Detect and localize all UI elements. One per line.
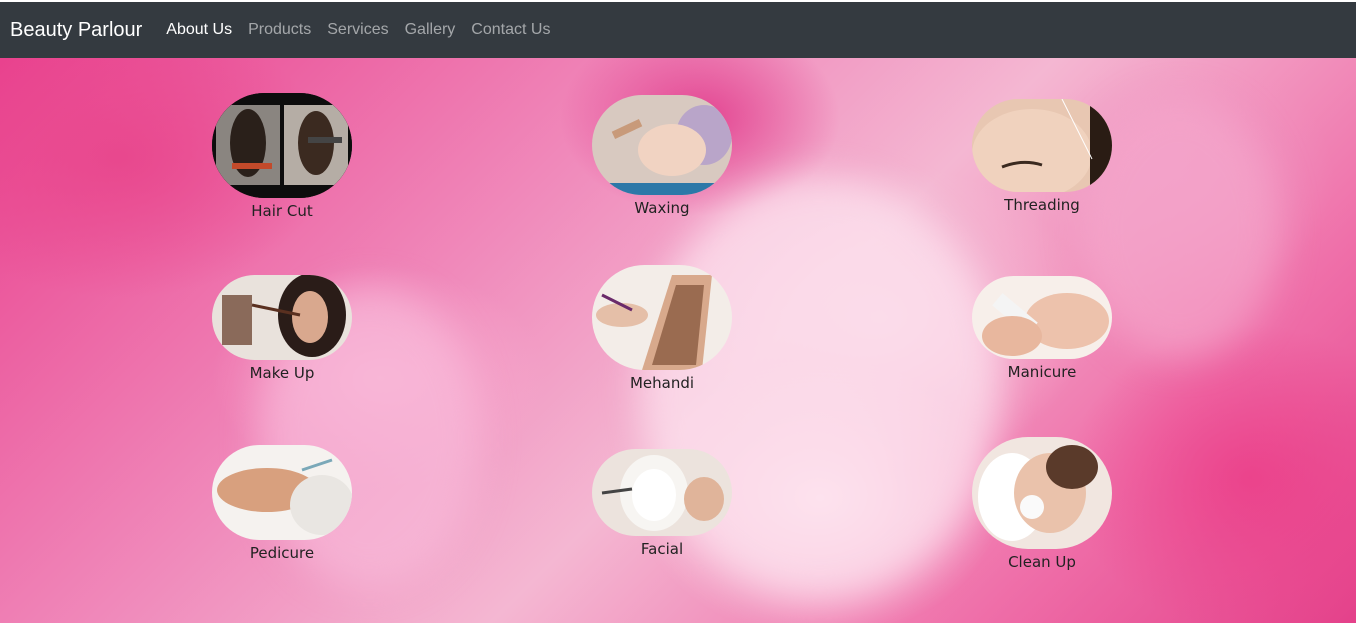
nav-link-products[interactable]: Products: [248, 21, 311, 39]
threading-photo: [972, 99, 1112, 192]
service-label: Pedicure: [249, 544, 315, 562]
nav-link-gallery[interactable]: Gallery: [405, 21, 456, 39]
service-facial[interactable]: Facial: [592, 449, 732, 558]
service-manicure[interactable]: Manicure: [972, 276, 1112, 381]
service-label: Threading: [1004, 196, 1080, 214]
waxing-photo: [592, 95, 732, 195]
hero-background: Hair Cut Waxing Threading Make Up Mehand…: [0, 58, 1356, 623]
service-label: Facial: [640, 540, 684, 558]
service-label: Manicure: [1007, 363, 1077, 381]
facial-photo: [592, 449, 732, 536]
nav-link-contact-us[interactable]: Contact Us: [471, 21, 550, 39]
brand-logo-text[interactable]: Beauty Parlour: [10, 19, 142, 42]
service-clean-up[interactable]: Clean Up: [972, 437, 1112, 571]
service-mehandi[interactable]: Mehandi: [592, 265, 732, 392]
service-hair-cut[interactable]: Hair Cut: [212, 93, 352, 220]
service-label: Make Up: [249, 364, 315, 382]
hair-cut-photo: [212, 93, 352, 198]
mehandi-photo: [592, 265, 732, 370]
manicure-photo: [972, 276, 1112, 359]
nav-link-about-us[interactable]: About Us: [166, 21, 232, 39]
navbar: Beauty Parlour About Us Products Service…: [0, 2, 1356, 58]
service-label: Mehandi: [629, 374, 695, 392]
service-pedicure[interactable]: Pedicure: [212, 445, 352, 562]
service-waxing[interactable]: Waxing: [592, 95, 732, 217]
service-make-up[interactable]: Make Up: [212, 275, 352, 382]
service-label: Waxing: [634, 199, 690, 217]
nav-link-services[interactable]: Services: [327, 21, 388, 39]
service-label: Clean Up: [1008, 553, 1076, 571]
clean-up-photo: [972, 437, 1112, 549]
service-threading[interactable]: Threading: [972, 99, 1112, 214]
make-up-photo: [212, 275, 352, 360]
service-label: Hair Cut: [251, 202, 313, 220]
pedicure-photo: [212, 445, 352, 540]
